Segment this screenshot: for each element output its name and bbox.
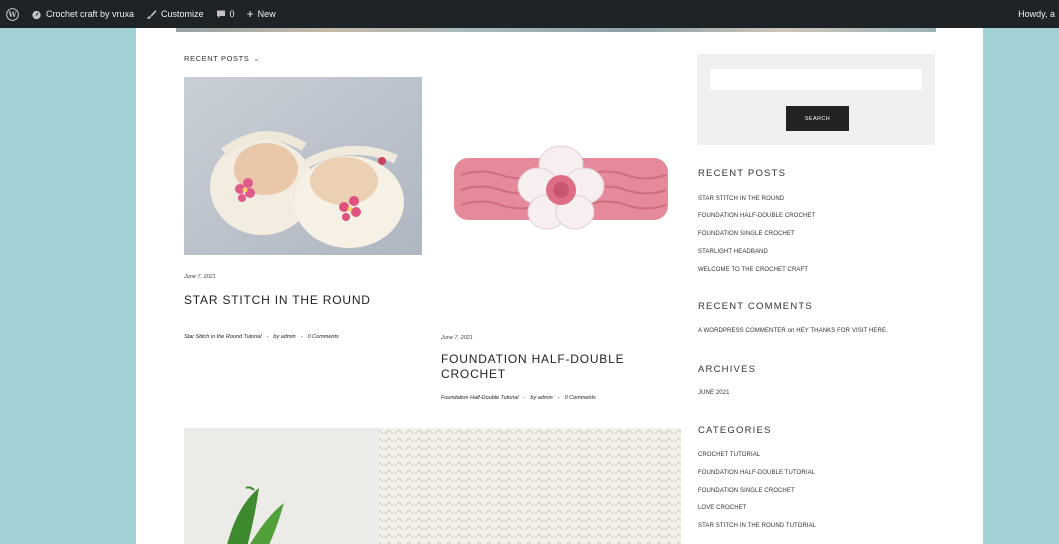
my-account-link[interactable]: Howdy, a xyxy=(1018,0,1059,28)
dashboard-icon xyxy=(32,10,41,19)
search-button[interactable]: SEARCH xyxy=(786,106,849,131)
recent-post-link[interactable]: STARLIGHT HEADBAND xyxy=(698,249,768,255)
new-content-link[interactable]: + New xyxy=(241,0,282,28)
admin-bar: W Crochet craft by vruxa Customize 0 + N… xyxy=(0,0,1059,28)
search-input[interactable] xyxy=(710,69,922,90)
page-container: RECENT POSTS ⌄ June 7, 2021 STAR STITCH … xyxy=(136,28,983,544)
headband-image xyxy=(441,120,681,260)
blanket-image xyxy=(184,428,681,544)
wordpress-logo-button[interactable]: W xyxy=(0,0,25,28)
post-footer: Star Stitch in the Round Tutorial - by a… xyxy=(184,334,339,340)
recent-post-link[interactable]: FOUNDATION HALF-DOUBLE CROCHET xyxy=(698,213,815,219)
category-link[interactable]: FOUNDATION SINGLE CROCHET xyxy=(698,488,795,494)
svg-text:W: W xyxy=(7,10,17,19)
site-name-link[interactable]: Crochet craft by vruxa xyxy=(25,0,140,28)
recent-post-link[interactable]: WELCOME TO THE CROCHET CRAFT xyxy=(698,267,808,273)
customize-link[interactable]: Customize xyxy=(140,0,210,28)
post-title-link[interactable]: FOUNDATION HALF-DOUBLE CROCHET xyxy=(441,352,671,382)
archives-widget-title: ARCHIVES xyxy=(698,364,757,375)
post-author-link[interactable]: by admin xyxy=(273,334,295,340)
section-label: RECENT POSTS xyxy=(184,54,250,63)
separator: - xyxy=(300,334,303,340)
comment-on-label: on xyxy=(787,328,795,334)
post-comments-link[interactable]: 0 Comments xyxy=(565,395,596,401)
comments-count: 0 xyxy=(229,9,235,19)
comment-bubble-icon xyxy=(216,10,225,18)
recent-comment-entry: A WORDPRESS COMMENTER on HEY THANKS FOR … xyxy=(698,328,888,334)
post-comments-link[interactable]: 0 Comments xyxy=(308,334,339,340)
categories-widget-title: CATEGORIES xyxy=(698,425,772,436)
comment-post-link[interactable]: HEY THANKS FOR VISIT HERE. xyxy=(796,328,888,334)
post-title-link[interactable]: STAR STITCH IN THE ROUND xyxy=(184,293,424,308)
post-date: June 7, 2021 xyxy=(184,274,216,280)
separator: - xyxy=(523,395,526,401)
baby-shoes-image xyxy=(184,77,422,255)
post-footer: Foundation Half-Double Tutorial - by adm… xyxy=(441,395,596,401)
separator: - xyxy=(266,334,269,340)
post-author-link[interactable]: by admin xyxy=(530,395,552,401)
site-name-label: Crochet craft by vruxa xyxy=(46,9,135,19)
comment-author-link[interactable]: A WORDPRESS COMMENTER xyxy=(698,328,786,334)
separator: - xyxy=(557,395,560,401)
header-image-strip xyxy=(176,28,936,32)
recent-post-link[interactable]: STAR STITCH IN THE ROUND xyxy=(698,196,784,202)
post-date: June 7, 2021 xyxy=(441,335,473,341)
post-thumbnail-baby-shoes[interactable] xyxy=(184,77,422,255)
customize-label: Customize xyxy=(161,9,204,19)
paintbrush-icon xyxy=(147,9,157,19)
chevron-down-icon: ⌄ xyxy=(253,55,260,63)
recent-posts-dropdown[interactable]: RECENT POSTS ⌄ xyxy=(184,54,260,63)
recent-posts-widget-title: RECENT POSTS xyxy=(698,168,787,179)
recent-post-link[interactable]: FOUNDATION SINGLE CROCHET xyxy=(698,231,795,237)
category-link[interactable]: STAR STITCH IN THE ROUND TUTORIAL xyxy=(698,523,816,529)
comments-link[interactable]: 0 xyxy=(210,0,241,28)
recent-comments-widget-title: RECENT COMMENTS xyxy=(698,301,813,312)
wordpress-icon: W xyxy=(6,7,19,21)
post-category-link[interactable]: Star Stitch in the Round Tutorial xyxy=(184,334,262,340)
archive-link[interactable]: JUNE 2021 xyxy=(698,390,730,396)
search-widget: SEARCH xyxy=(697,54,935,145)
new-label: New xyxy=(257,9,276,19)
category-link[interactable]: CROCHET TUTORIAL xyxy=(698,452,760,458)
plus-icon: + xyxy=(246,7,254,21)
howdy-label: Howdy, a xyxy=(1018,9,1055,19)
post-thumbnail-blanket[interactable] xyxy=(184,428,681,544)
category-link[interactable]: LOVE CROCHET xyxy=(698,505,747,511)
category-link[interactable]: FOUNDATION HALF-DOUBLE TUTORIAL xyxy=(698,470,815,476)
post-thumbnail-headband[interactable] xyxy=(441,120,681,260)
post-category-link[interactable]: Foundation Half-Double Tutorial xyxy=(441,395,519,401)
